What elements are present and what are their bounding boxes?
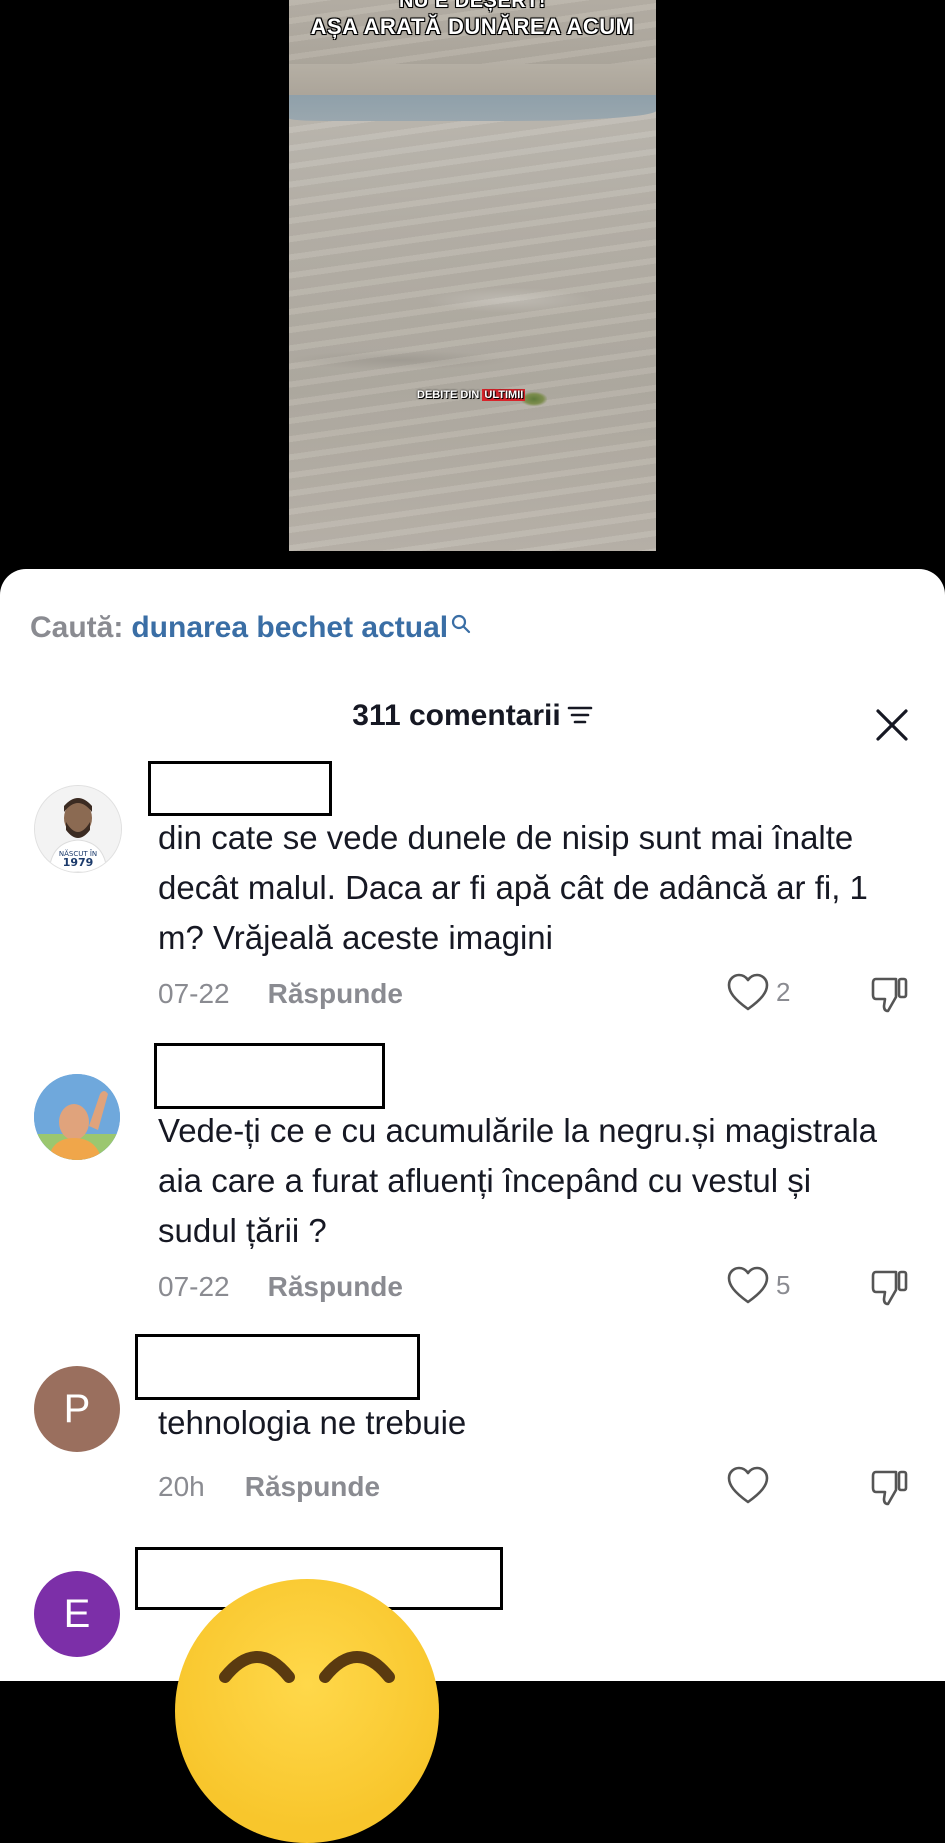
comment-text: tehnologia ne trebuie <box>158 1404 467 1441</box>
close-icon[interactable] <box>874 707 910 743</box>
comment-date: 20h <box>158 1471 205 1502</box>
video-water <box>289 95 656 121</box>
svg-text:1979: 1979 <box>63 856 94 869</box>
comment-meta: 07-22 Răspunde <box>158 978 403 1010</box>
heart-icon <box>727 973 769 1011</box>
video-caption: DEBITE DIN ULTIMII <box>417 389 526 401</box>
sort-icon[interactable] <box>567 700 593 734</box>
like-button[interactable]: 5 <box>726 1266 806 1306</box>
dislike-icon <box>871 1470 908 1506</box>
avatar-letter: E <box>63 1592 91 1636</box>
heart-icon <box>727 1266 769 1304</box>
comment-date: 07-22 <box>158 978 230 1009</box>
video-headline-line1: NU E DEȘERT! <box>398 0 547 12</box>
avatar-letter: P <box>63 1387 91 1431</box>
search-icon[interactable] <box>450 609 472 643</box>
dislike-button[interactable] <box>870 1468 910 1508</box>
heart-icon <box>727 1466 769 1504</box>
avatar[interactable]: E <box>34 1571 120 1657</box>
video-caption-highlight: ULTIMII <box>482 389 526 401</box>
video-caption-prefix: DEBITE DIN <box>417 389 480 401</box>
dislike-button[interactable] <box>870 1268 910 1308</box>
comments-sheet: Caută: dunarea bechet actual 311 comentar… <box>0 569 945 1843</box>
like-button[interactable] <box>726 1466 806 1506</box>
comment-meta: 20h Răspunde <box>158 1471 380 1503</box>
video-headline-line2: AȘA ARATĂ DUNĂREA ACUM <box>310 14 635 39</box>
video-headline: NU E DEȘERT! AȘA ARATĂ DUNĂREA ACUM <box>289 0 656 40</box>
username-redacted[interactable] <box>135 1334 420 1400</box>
search-label: Caută: <box>30 611 124 644</box>
dislike-icon <box>871 1270 908 1306</box>
comments-header: 311 comentarii <box>0 699 945 734</box>
reply-button[interactable]: Răspunde <box>268 978 403 1009</box>
comment-date: 07-22 <box>158 1271 230 1302</box>
search-suggestion[interactable]: Caută: dunarea bechet actual <box>30 611 472 645</box>
comment-meta: 07-22 Răspunde <box>158 1271 403 1303</box>
comment-text: Vede-ți ce e cu acumulările la negru.și … <box>158 1112 878 1249</box>
video-player[interactable]: NU E DEȘERT! AȘA ARATĂ DUNĂREA ACUM DEBI… <box>289 0 656 551</box>
comments-count-title: 311 comentarii <box>352 699 561 732</box>
username-redacted[interactable] <box>154 1043 385 1109</box>
search-query-link[interactable]: dunarea bechet actual <box>131 611 448 644</box>
avatar[interactable] <box>34 1074 120 1160</box>
dislike-button[interactable] <box>870 975 910 1015</box>
avatar[interactable]: P <box>34 1366 120 1452</box>
smiling-emoji-sticker <box>175 1579 439 1843</box>
avatar[interactable]: NĂSCUT ÎN 1979 <box>34 785 122 873</box>
reply-button[interactable]: Răspunde <box>245 1471 380 1502</box>
dislike-icon <box>871 977 908 1013</box>
like-count: 5 <box>776 1270 791 1300</box>
like-button[interactable]: 2 <box>726 973 806 1013</box>
like-count: 2 <box>776 977 791 1007</box>
username-redacted[interactable] <box>148 761 332 816</box>
reply-button[interactable]: Răspunde <box>268 1271 403 1302</box>
comment-text: din cate se vede dunele de nisip sunt ma… <box>158 819 868 956</box>
